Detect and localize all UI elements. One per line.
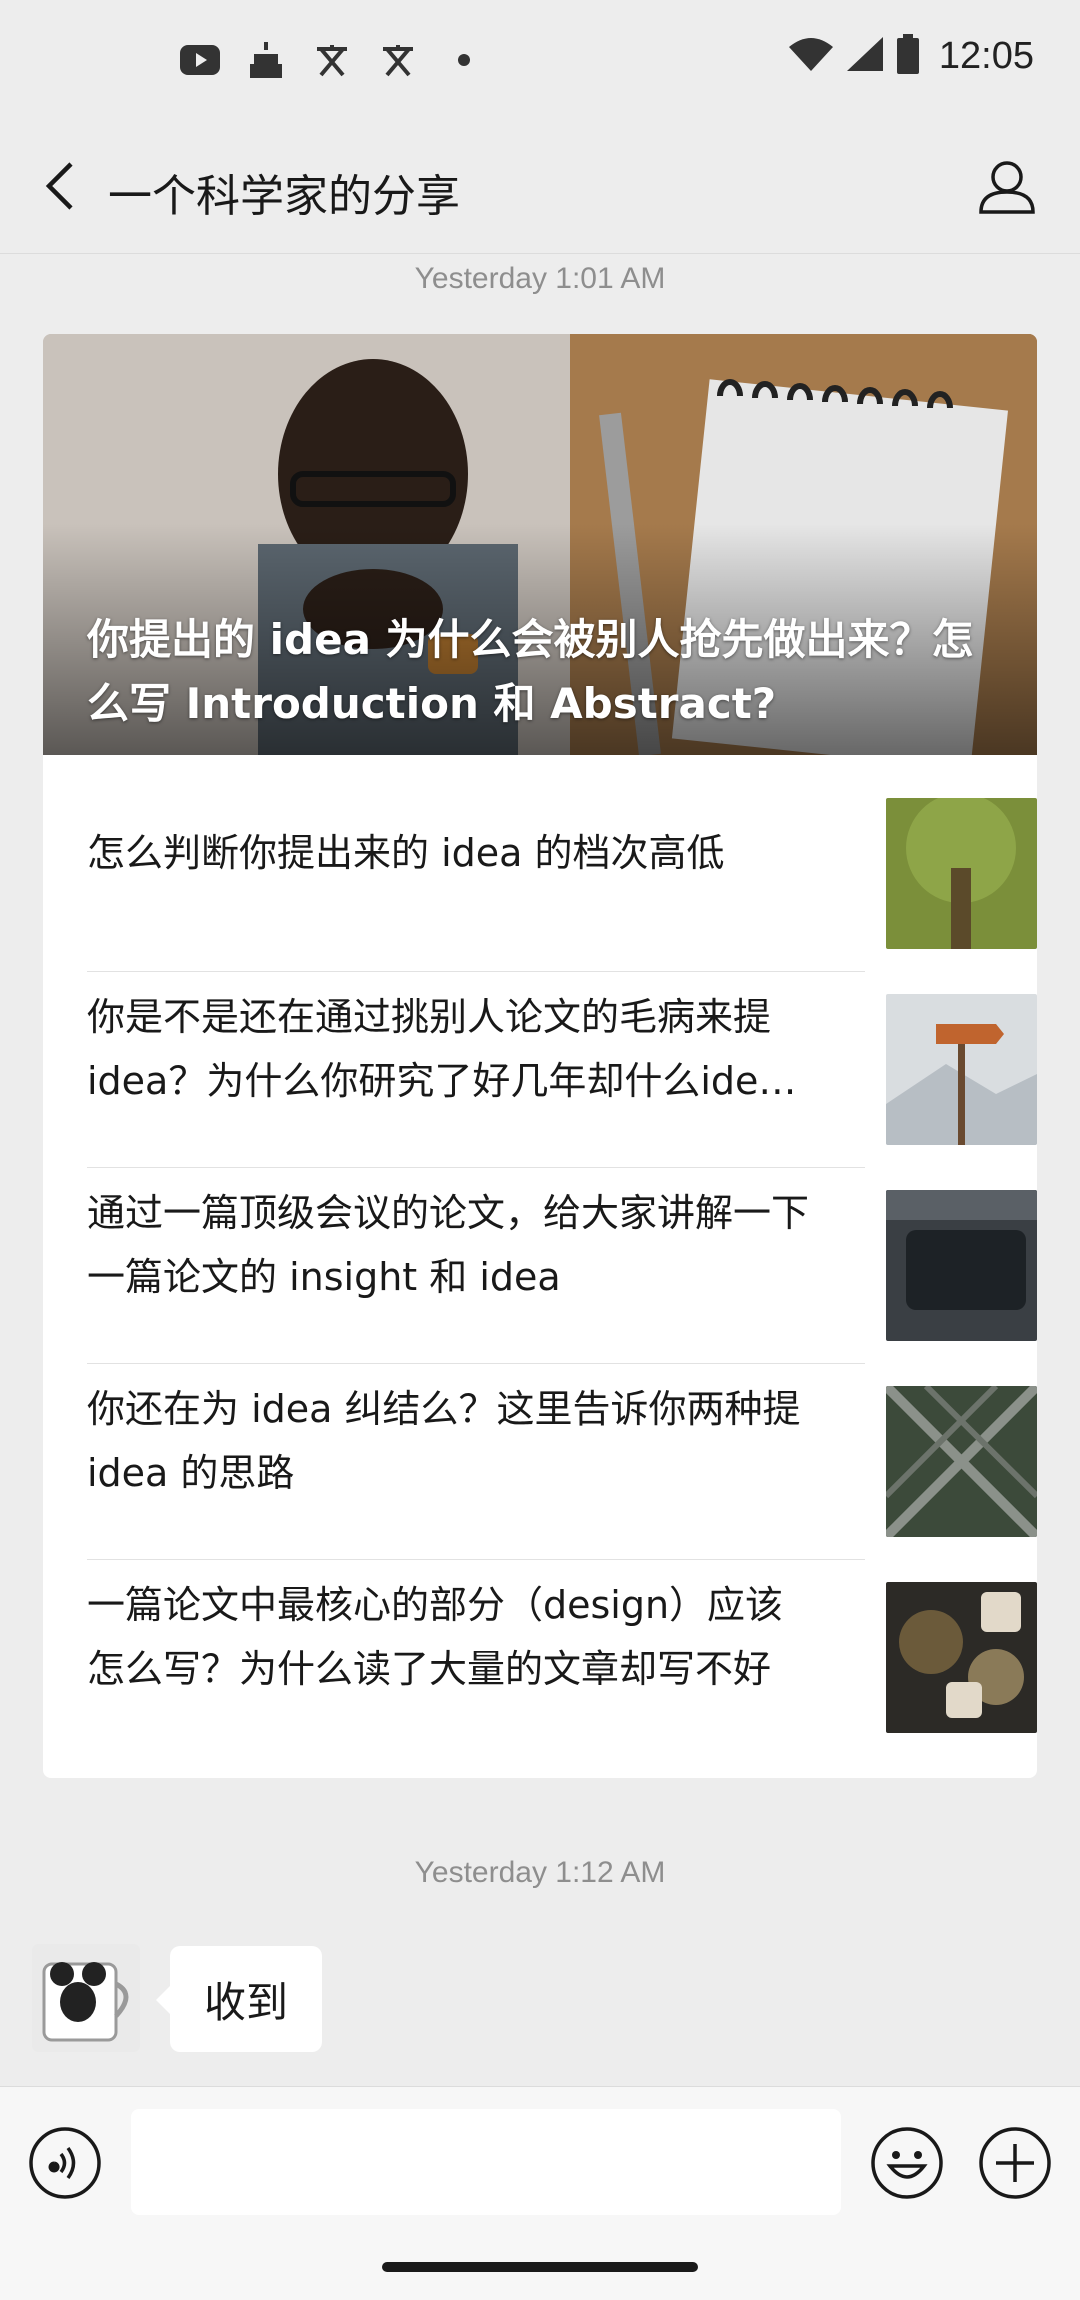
cake-icon [246, 40, 286, 80]
article-title: 你还在为 idea 纠结么？这里告诉你两种提 idea 的思路 [87, 1387, 801, 1495]
home-indicator[interactable] [382, 2262, 698, 2272]
wifi-icon [788, 37, 833, 75]
hero-article-title: 你提出的 idea 为什么会被别人抢先做出来？怎么写 Introduction … [87, 615, 974, 728]
article-thumbnail-gears [886, 1582, 1037, 1733]
message-bubble[interactable]: 收到 [155, 1946, 323, 2052]
article-item[interactable]: 你还在为 idea 纠结么？这里告诉你两种提 idea 的思路 [87, 1343, 1037, 1539]
article-thumbnail-tree [886, 798, 1037, 949]
chat-title: 一个科学家的分享 [108, 171, 460, 222]
message-timestamp: Yesterday 1:01 AM [414, 262, 666, 295]
voice-button[interactable] [27, 2125, 103, 2201]
chat-screen: 12:05 一个科学家的分享 Yesterday 1:01 AM 你提出的 id… [0, 0, 1080, 2300]
back-button[interactable] [28, 154, 92, 218]
dot-icon [444, 40, 484, 80]
notification-icons [180, 40, 484, 80]
voice-icon [29, 2127, 101, 2199]
article-title: 怎么判断你提出来的 idea 的档次高低 [87, 831, 725, 875]
translate-icon [378, 40, 418, 80]
article-item[interactable]: 通过一篇顶级会议的论文，给大家讲解一下一篇论文的 insight 和 idea [87, 1147, 1037, 1343]
emoji-icon [871, 2127, 943, 2199]
chat-header: 一个科学家的分享 [0, 118, 1080, 254]
article-title: 一篇论文中最核心的部分（design）应该怎么写？为什么读了大量的文章却写不好 [87, 1583, 784, 1691]
translate-icon [312, 40, 352, 80]
article-title: 你是不是还在通过挑别人论文的毛病来提 idea？为什么你研究了好几年却什么ide… [87, 995, 782, 1103]
message-input[interactable] [131, 2109, 841, 2215]
article-item[interactable]: 你是不是还在通过挑别人论文的毛病来提 idea？为什么你研究了好几年却什么ide… [87, 951, 1037, 1147]
cell-signal-icon [846, 37, 883, 75]
youtube-icon [180, 40, 220, 80]
emoji-button[interactable] [869, 2125, 945, 2201]
battery-icon [896, 34, 919, 78]
message-text: 收到 [204, 1977, 289, 2027]
system-icons: 12:05 [788, 34, 1034, 78]
article-card: 你提出的 idea 为什么会被别人抢先做出来？怎么写 Introduction … [43, 334, 1037, 1778]
status-bar: 12:05 [0, 0, 1080, 118]
person-icon [979, 161, 1035, 214]
article-item[interactable]: 一篇论文中最核心的部分（design）应该怎么写？为什么读了大量的文章却写不好 [87, 1539, 1037, 1735]
avatar[interactable] [32, 1944, 140, 2052]
hero-article[interactable]: 你提出的 idea 为什么会被别人抢先做出来？怎么写 Introduction … [43, 334, 1037, 755]
article-item[interactable]: 怎么判断你提出来的 idea 的档次高低 [87, 755, 1037, 951]
chevron-left-icon [45, 162, 73, 210]
article-thumbnail-signpost [886, 994, 1037, 1145]
clock: 12:05 [938, 34, 1034, 77]
plus-button[interactable] [977, 2125, 1053, 2201]
plus-icon [979, 2127, 1051, 2199]
article-title: 通过一篇顶级会议的论文，给大家讲解一下一篇论文的 insight 和 idea [87, 1191, 810, 1299]
message-timestamp: Yesterday 1:12 AM [414, 1856, 666, 1889]
chat-info-button[interactable] [972, 152, 1042, 222]
article-thumbnail-roads [886, 1386, 1037, 1537]
article-thumbnail-device [886, 1190, 1037, 1341]
